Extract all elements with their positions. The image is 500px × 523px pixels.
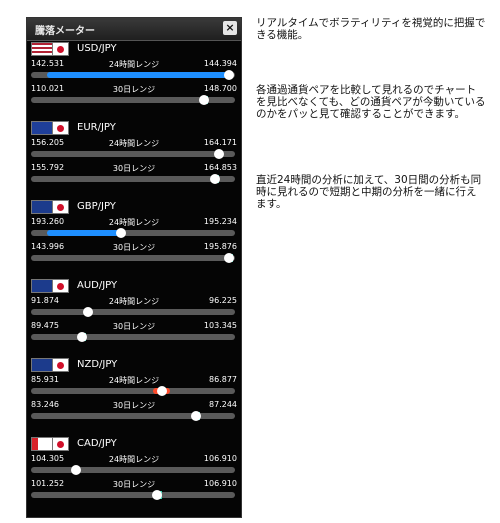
month-high: 148.700 [203, 84, 237, 93]
month-range-labels: 89.475 30日レンジ 103.345 [31, 321, 237, 331]
day-range-bar [31, 228, 235, 238]
day-range-labels: 193.260 24時間レンジ 195.234 [31, 217, 237, 227]
month-range-knob [77, 332, 87, 342]
month-range-bar [31, 332, 235, 342]
day-range-bar [31, 386, 235, 396]
day-range-bar [31, 465, 235, 475]
day-range-knob [156, 386, 167, 396]
currency-pair-nzd-jpy: NZD/JPY 85.931 24時間レンジ 86.877 83.246 30日… [27, 358, 241, 432]
day-high: 164.171 [203, 138, 237, 147]
day-high: 96.225 [209, 296, 237, 305]
pair-flags [31, 42, 69, 56]
month-high: 106.910 [203, 479, 237, 488]
description-3: 直近24時間の分析に加えて、30日間の分析も同時に見れるので短期と中期の分析を一… [256, 174, 482, 210]
day-range-knob [83, 307, 94, 317]
month-range-bar [31, 490, 235, 500]
currency-pair-usd-jpy: USD/JPY 142.531 24時間レンジ 144.394 110.021 … [27, 42, 241, 116]
pair-name: GBP/JPY [77, 201, 116, 212]
jp-flag-icon [52, 358, 69, 372]
month-range-bar [31, 411, 235, 421]
day-range-labels: 156.205 24時間レンジ 164.171 [31, 138, 237, 148]
day-range-knob [70, 465, 81, 475]
widget-titlebar: 騰落メーター × [27, 18, 241, 41]
pair-flags [31, 121, 69, 135]
day-high: 195.234 [203, 217, 237, 226]
description-2: 各通過通貨ペアを比較して見れるのでチャートを見比べなくても、どの通貨ペアが今動い… [256, 84, 486, 120]
day-range-labels: 85.931 24時間レンジ 86.877 [31, 375, 237, 385]
day-high: 106.910 [203, 454, 237, 463]
month-high: 195.876 [203, 242, 237, 251]
pair-name: NZD/JPY [77, 359, 118, 370]
pair-name: AUD/JPY [77, 280, 118, 291]
day-range-bar [31, 149, 235, 159]
day-range-knob [115, 228, 126, 238]
close-icon[interactable]: × [223, 21, 237, 35]
month-high: 87.244 [209, 400, 237, 409]
jp-flag-icon [52, 200, 69, 214]
month-range-labels: 83.246 30日レンジ 87.244 [31, 400, 237, 410]
jp-flag-icon [52, 121, 69, 135]
jp-flag-icon [52, 42, 69, 56]
currency-pair-aud-jpy: AUD/JPY 91.874 24時間レンジ 96.225 89.475 30日… [27, 279, 241, 353]
day-range-labels: 104.305 24時間レンジ 106.910 [31, 454, 237, 464]
month-range-label: 30日レンジ [112, 401, 156, 410]
description-1: リアルタイムでボラティリティを視覚的に把握できる機能。 [256, 17, 486, 41]
month-range-labels: 155.792 30日レンジ 164.853 [31, 163, 237, 173]
month-range-labels: 110.021 30日レンジ 148.700 [31, 84, 237, 94]
pair-name: EUR/JPY [77, 122, 116, 133]
widget-title: 騰落メーター [35, 26, 95, 37]
day-range-knob [223, 70, 234, 80]
jp-flag-icon [52, 437, 69, 451]
month-range-bar [31, 95, 235, 105]
month-high: 103.345 [203, 321, 237, 330]
day-high: 144.394 [203, 59, 237, 68]
day-range-bar [31, 70, 235, 80]
pair-flags [31, 358, 69, 372]
month-range-knob [223, 253, 234, 263]
day-high: 86.877 [209, 375, 237, 384]
day-range-label: 24時間レンジ [108, 376, 160, 385]
day-range-fill [47, 72, 229, 78]
month-range-bar [31, 174, 235, 184]
currency-pair-gbp-jpy: GBP/JPY 193.260 24時間レンジ 195.234 143.996 … [27, 200, 241, 274]
day-range-bar [31, 307, 235, 317]
pair-flags [31, 279, 69, 293]
day-range-labels: 142.531 24時間レンジ 144.394 [31, 59, 237, 69]
pair-name: CAD/JPY [77, 438, 117, 449]
day-range-fill [47, 230, 121, 236]
month-range-labels: 101.252 30日レンジ 106.910 [31, 479, 237, 489]
currency-pair-eur-jpy: EUR/JPY 156.205 24時間レンジ 164.171 155.792 … [27, 121, 241, 195]
volatility-meter-widget: 騰落メーター × USD/JPY 142.531 24時間レンジ 144.394… [27, 18, 241, 517]
pair-name: USD/JPY [77, 43, 117, 54]
month-range-labels: 143.996 30日レンジ 195.876 [31, 242, 237, 252]
currency-pair-cad-jpy: CAD/JPY 104.305 24時間レンジ 106.910 101.252 … [27, 437, 241, 511]
day-range-label: 24時間レンジ [108, 297, 160, 306]
day-range-labels: 91.874 24時間レンジ 96.225 [31, 296, 237, 306]
month-range-knob [209, 174, 220, 184]
pair-flags [31, 200, 69, 214]
pair-flags [31, 437, 69, 451]
month-high: 164.853 [203, 163, 237, 172]
day-range-knob [213, 149, 224, 159]
jp-flag-icon [52, 279, 69, 293]
month-range-bar [31, 253, 235, 263]
